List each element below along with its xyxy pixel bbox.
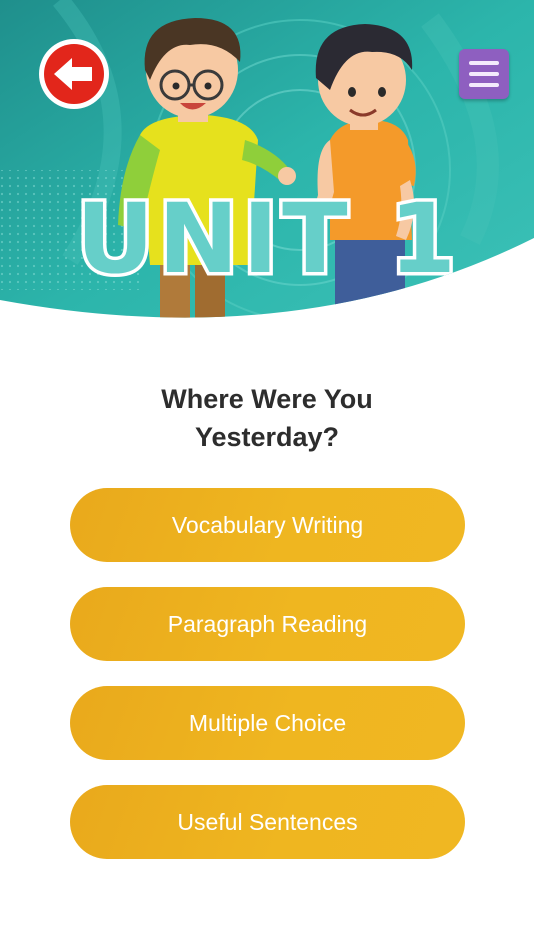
vocabulary-writing-button[interactable]: Vocabulary Writing	[70, 488, 465, 562]
multiple-choice-button[interactable]: Multiple Choice	[70, 686, 465, 760]
lesson-title-line-2: Yesterday?	[194, 422, 340, 452]
menu-button[interactable]	[459, 49, 509, 99]
arrow-left-icon	[39, 39, 109, 109]
back-button[interactable]	[38, 38, 110, 110]
lesson-title-line-1: Where Were You	[161, 384, 373, 414]
unit-number-label: UNIT 1	[76, 183, 460, 295]
lesson-title: Where Were You Yesterday?	[0, 380, 534, 456]
useful-sentences-button[interactable]: Useful Sentences	[70, 785, 465, 859]
unit-header-banner: UNIT 1	[0, 0, 534, 345]
paragraph-reading-button[interactable]: Paragraph Reading	[70, 587, 465, 661]
